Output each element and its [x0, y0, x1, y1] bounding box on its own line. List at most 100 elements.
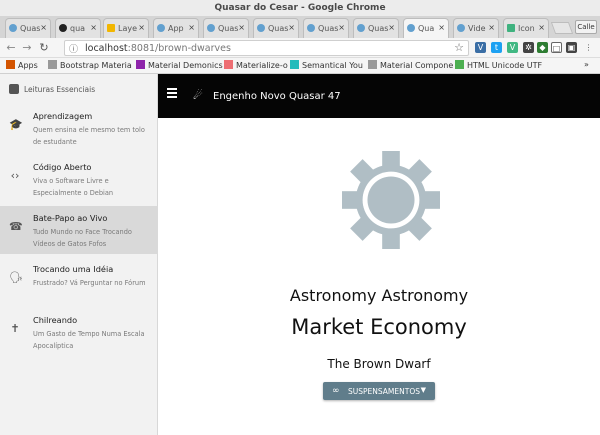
new-tab-button[interactable]	[550, 22, 574, 34]
tab-label: Laye	[118, 24, 138, 33]
bookmark-label: Material Compone	[380, 61, 454, 70]
reload-icon[interactable]: ↻	[38, 41, 50, 54]
side-drawer: Leituras Essenciais 🎓 Aprendizagem Quem en…	[0, 74, 158, 435]
quasar-icon	[407, 24, 415, 32]
tab-label: App	[168, 24, 184, 33]
forward-arrow-icon[interactable]: →	[21, 41, 33, 54]
quasar-icon	[9, 24, 17, 32]
close-icon[interactable]: ×	[238, 23, 245, 32]
twitter-icon[interactable]: t	[491, 42, 502, 53]
bookmark-item[interactable]: Bootstrap Materia	[48, 60, 132, 70]
close-icon[interactable]: ×	[90, 23, 97, 32]
url-host: localhost	[85, 43, 128, 54]
bookmark-label: Materialize-o	[236, 61, 288, 70]
browser-tab[interactable]: Quas ×	[353, 18, 399, 38]
bookmark-item[interactable]: Semantical You	[290, 60, 363, 70]
caller-button[interactable]: Calle	[575, 20, 597, 34]
browser-tab[interactable]: Icon ×	[503, 18, 549, 38]
browser-tab[interactable]: App ×	[153, 18, 199, 38]
drawer-item[interactable]: 🎓 Aprendizagem Quem ensina ele mesmo tem t…	[0, 104, 158, 152]
window-title: Quasar do Cesar - Google Chrome	[0, 0, 600, 16]
close-icon[interactable]: ×	[40, 23, 47, 32]
close-icon[interactable]: ×	[188, 23, 195, 32]
heading-line-1: Astronomy Astronomy	[289, 286, 469, 305]
drawer-item-title: Aprendizagem	[33, 111, 93, 121]
extension-green-icon[interactable]: ◆	[537, 42, 548, 53]
close-icon[interactable]: ×	[538, 23, 545, 32]
url-text: localhost:8081/brown-dwarves	[85, 43, 231, 54]
bookmark-item[interactable]: HTML Unicode UTF	[455, 60, 542, 70]
browser-tab[interactable]: Vide ×	[453, 18, 499, 38]
drawer-header-label: Leituras Essenciais	[24, 85, 96, 94]
bookmark-label: Apps	[18, 61, 38, 70]
extension-v-icon[interactable]: V	[475, 42, 486, 53]
drawer-item-subtitle: Frustrado? Vá Perguntar no Fórum	[33, 279, 146, 287]
dropdown-arrow-icon: ▼	[420, 386, 426, 394]
quasar-icon	[257, 24, 265, 32]
back-arrow-icon[interactable]: ←	[5, 41, 17, 54]
bookmark-label: HTML Unicode UTF	[467, 61, 543, 70]
close-icon[interactable]: ×	[488, 23, 495, 32]
info-icon[interactable]: ⓘ	[69, 42, 78, 55]
bookmark-item[interactable]: Materialize-o	[224, 60, 288, 70]
purple-square-icon	[136, 60, 145, 69]
extension-gear-icon[interactable]: ✲	[523, 42, 534, 53]
browser-tab[interactable]: Quas ×	[253, 18, 299, 38]
url-bar[interactable]: ⓘ localhost:8081/brown-dwarves ☆	[64, 40, 469, 56]
browser-tab[interactable]: Qua ×	[403, 18, 449, 38]
m-icon	[224, 60, 233, 69]
browser-tab[interactable]: Quas ×	[203, 18, 249, 38]
bookmark-item[interactable]: Apps	[6, 60, 38, 70]
tab-strip: Icon × Vide × Qua × Quas × Quas × Quas × Quas × App × La…	[0, 16, 600, 38]
more-bookmarks-icon[interactable]: »	[584, 60, 589, 69]
drawer-item[interactable]: ✝ Chilreando Um Gasto de Tempo Numa Escala…	[0, 308, 158, 356]
tab-label: Icon	[518, 24, 535, 33]
browser-tab[interactable]: Laye ×	[103, 18, 149, 38]
close-icon[interactable]: ×	[338, 23, 345, 32]
menu-icon[interactable]	[167, 88, 179, 100]
bookmark-star-icon[interactable]: ☆	[454, 41, 464, 54]
drawer-item[interactable]: ☎ Bate-Papo ao Vivo Tudo Mundo no Face Tro…	[0, 206, 158, 254]
drawer-header: Leituras Essenciais	[0, 74, 158, 104]
drawer-item[interactable]: 🗣 Trocando uma Idéia Frustrado? Vá Pergunt…	[0, 257, 158, 305]
close-icon[interactable]: ×	[138, 23, 145, 32]
infinity-icon: ∞	[332, 386, 340, 396]
quasar-icon	[207, 24, 215, 32]
quasar-logo-icon: ☄	[193, 89, 203, 102]
drawer-item-title: Chilreando	[33, 315, 78, 325]
quasar-icon	[307, 24, 315, 32]
gear-icon	[342, 151, 440, 249]
layer-icon	[107, 24, 115, 32]
quasar-icon	[357, 24, 365, 32]
chrome-menu-icon[interactable]: ⋮	[583, 42, 594, 53]
heading-line-3: The Brown Dwarf	[327, 357, 431, 371]
tab-label: Vide	[468, 24, 486, 33]
tab-label: Quas	[318, 24, 339, 33]
browser-tab[interactable]: Quas ×	[303, 18, 349, 38]
page-icon	[48, 60, 57, 69]
bookmarks-bar: Apps Bootstrap Materia Material Demonics Ma…	[0, 58, 600, 74]
bookmark-item[interactable]: Material Demonics	[136, 60, 223, 70]
vue-devtools-icon[interactable]: V	[507, 42, 518, 53]
close-icon[interactable]: ×	[288, 23, 295, 32]
url-path: :8081/brown-dwarves	[127, 43, 231, 54]
suspensamentos-label: SUSPENSAMENTOS	[348, 387, 420, 396]
vue-icon	[507, 24, 515, 32]
browser-tab[interactable]: qua ×	[55, 18, 101, 38]
bookmark-label: Bootstrap Materia	[60, 61, 132, 70]
page-icon	[368, 60, 377, 69]
extension-dark-icon[interactable]: ▣	[566, 42, 577, 53]
extension-box-icon[interactable]: □	[551, 42, 562, 53]
close-icon[interactable]: ×	[438, 23, 445, 32]
close-icon[interactable]: ×	[388, 23, 395, 32]
drawer-item[interactable]: ‹› Código Aberto Viva o Software Livre e E…	[0, 155, 158, 203]
drawer-item-subtitle: Tudo Mundo no Face Trocando Vídeos de Ga…	[33, 228, 132, 248]
school-icon: 🎓	[9, 118, 23, 131]
browser-tab[interactable]: Quas ×	[5, 18, 51, 38]
drawer-item-title: Trocando uma Idéia	[33, 264, 114, 274]
drawer-item-title: Código Aberto	[33, 162, 92, 172]
bookmark-item[interactable]: Material Compone	[368, 60, 453, 70]
suspensamentos-button[interactable]: ∞ SUSPENSAMENTOS ▼	[323, 382, 435, 400]
main-content: Astronomy Astronomy Market Economy The B…	[158, 118, 600, 435]
bookmark-label: Semantical You	[302, 61, 363, 70]
